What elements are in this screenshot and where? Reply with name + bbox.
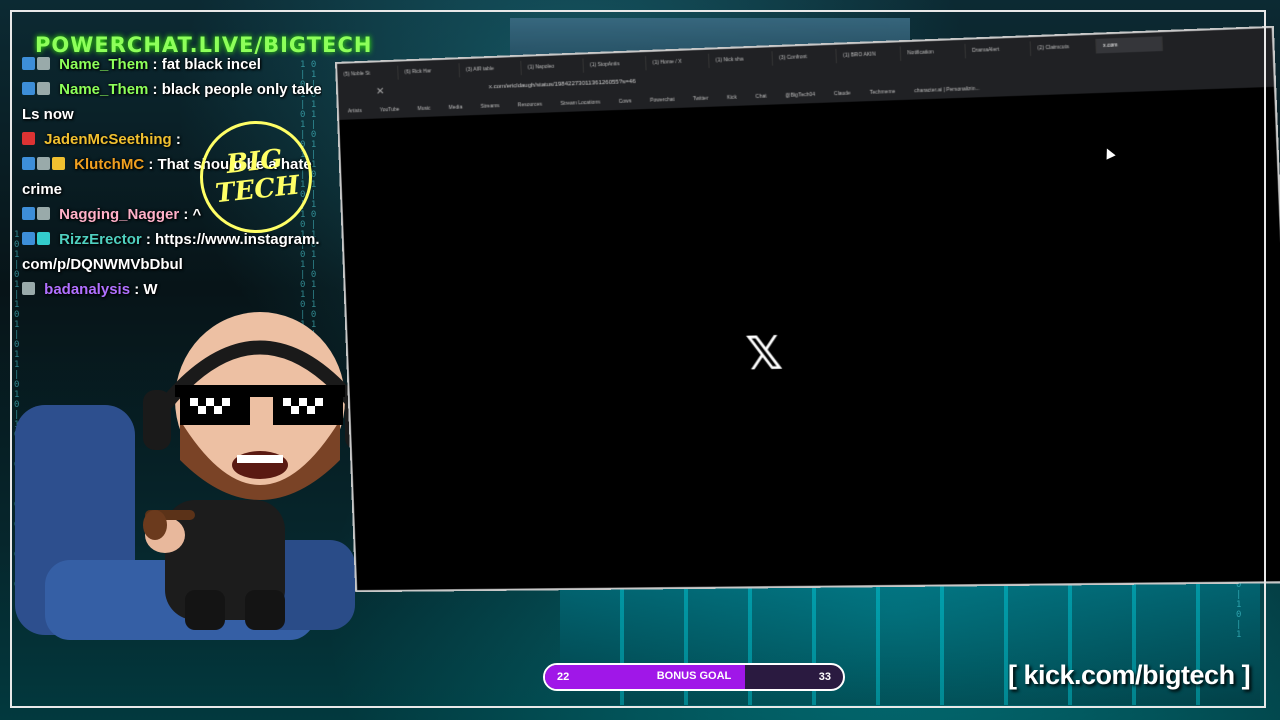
browser-tab[interactable]: DramaAlert	[965, 41, 1031, 58]
bigtech-logo: BIG TECH	[200, 121, 312, 233]
logo-text: BIG TECH	[200, 143, 311, 210]
bookmark-item[interactable]: Chat	[746, 93, 776, 100]
fire-badge-icon	[22, 132, 35, 145]
bookmark-item[interactable]: Media	[440, 104, 472, 111]
verified-badge-icon	[22, 207, 35, 220]
bookmark-item[interactable]: Artists	[339, 108, 371, 115]
verified-badge-icon	[22, 232, 35, 245]
bonus-goal-bar: 22 33 BONUS GOAL	[543, 663, 845, 691]
browser-tab[interactable]: (5) Noble St	[337, 66, 398, 82]
robot-badge-icon	[37, 207, 50, 220]
cube-badge-icon	[37, 232, 50, 245]
page-content: 𝕏	[339, 87, 1280, 590]
robot-badge-icon	[22, 282, 35, 295]
chat-username[interactable]: badanalysis	[44, 281, 130, 298]
browser-tab[interactable]: (6) Rick Har	[398, 63, 460, 79]
verified-badge-icon	[22, 82, 35, 95]
crown-badge-icon	[52, 157, 65, 170]
bookmark-item[interactable]: Claude	[824, 90, 860, 97]
chat-username[interactable]: KlutchMC	[74, 156, 144, 173]
chat-text: :	[176, 131, 181, 148]
chat-message: RizzErector : https://www.instagram.com/…	[22, 227, 322, 277]
chat-username[interactable]: JadenMcSeething	[44, 131, 172, 148]
bookmark-item[interactable]: Cows	[609, 98, 641, 105]
browser-tab[interactable]: Notification	[901, 44, 966, 61]
chat-message: Name_Them : fat black incel	[22, 52, 322, 77]
bookmark-item[interactable]: @BigTech04	[776, 91, 825, 99]
bookmark-item[interactable]: Resources	[509, 101, 552, 109]
bookmark-item[interactable]: Powerchat	[641, 96, 684, 104]
browser-tab-active[interactable]: x.com	[1096, 36, 1163, 53]
browser-tab[interactable]: (1) BRO AKIN	[836, 46, 901, 63]
browser-tab[interactable]: (3) Confront	[773, 49, 837, 66]
chat-username[interactable]: Name_Them	[59, 81, 148, 98]
chat-message: badanalysis : W	[22, 277, 322, 302]
browser-tab[interactable]: (1) Napoleo	[521, 59, 584, 76]
url-text[interactable]: x.com/ericldaugh/status/1984227301136126…	[489, 79, 636, 90]
bookmark-item[interactable]: character.ai | Personalizin...	[905, 85, 990, 94]
bookmark-item[interactable]: Techmeme	[860, 89, 905, 97]
chat-message: Name_Them : black people only take Ls no…	[22, 77, 322, 127]
chat-text: : ^	[183, 206, 201, 223]
browser-tab[interactable]: (3) AIR table	[460, 61, 522, 77]
chat-username[interactable]: Name_Them	[59, 56, 148, 73]
chat-username[interactable]: Nagging_Nagger	[59, 206, 179, 223]
bookmark-item[interactable]: YouTube	[371, 106, 409, 113]
stop-loading-icon[interactable]: ✕	[376, 86, 385, 97]
x-logo-icon: 𝕏	[745, 328, 784, 381]
verified-badge-icon	[22, 157, 35, 170]
browser-window[interactable]: (5) Noble St (6) Rick Har (3) AIR table …	[335, 26, 1280, 592]
bookmark-item[interactable]: Kick	[717, 94, 746, 101]
bookmark-item[interactable]: Twitter	[684, 95, 718, 102]
stream-overlay: 1 0 1 | 0 1 | 1 0 1 | 0 1 1 | 0 1 0 | 1 …	[0, 0, 1280, 720]
chat-text: : fat black incel	[153, 56, 261, 73]
bookmark-item[interactable]: Stream Locations	[551, 99, 609, 107]
chat-text: : W	[134, 281, 157, 298]
browser-tab[interactable]: (1) Nick sha	[709, 51, 773, 68]
robot-badge-icon	[37, 157, 50, 170]
verified-badge-icon	[22, 57, 35, 70]
bookmark-item[interactable]: Music	[408, 105, 439, 112]
streamer-avatar	[15, 310, 385, 680]
chat-username[interactable]: RizzErector	[59, 231, 142, 248]
browser-tab[interactable]: (2) Claimcuts	[1031, 39, 1097, 56]
goal-label: BONUS GOAL	[545, 670, 843, 682]
robot-badge-icon	[37, 82, 50, 95]
kick-channel-link: [ kick.com/bigtech ]	[1008, 660, 1250, 691]
browser-tab[interactable]: (1) Home / X	[646, 54, 710, 71]
browser-tab[interactable]: (1) StopAntis	[583, 56, 646, 73]
bookmark-item[interactable]: Streams	[471, 103, 508, 110]
robot-badge-icon	[37, 57, 50, 70]
